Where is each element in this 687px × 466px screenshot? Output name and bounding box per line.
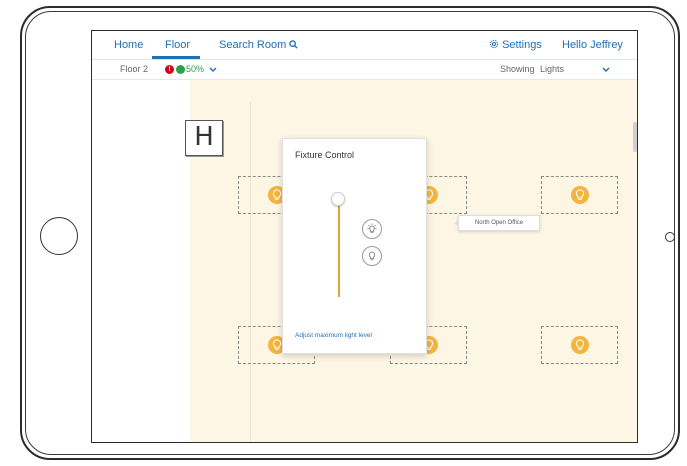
light-fixture[interactable] [541,176,618,214]
nav-home[interactable]: Home [114,39,143,52]
room-tooltip: North Open Office [454,215,540,231]
lightbulb-icon [570,186,589,204]
light-level-slider-handle[interactable] [331,192,345,206]
fixture-control-popup: Fixture Control Adjust maximum light lev… [282,138,427,354]
app-screen: Home Floor Search Room Settings Hello Je… [91,30,638,443]
lightbulb-icon [570,336,589,354]
brightness-down-button[interactable] [362,246,382,266]
floor-subbar: Floor 2 ! 50% Showing Lights [92,60,637,80]
scrollbar[interactable] [633,122,637,152]
light-fixture[interactable] [541,326,618,364]
search-icon [289,40,298,49]
user-greeting[interactable]: Hello Jeffrey [562,39,623,52]
showing-select[interactable]: Lights [540,64,564,75]
nav-settings[interactable]: Settings [489,39,542,52]
front-camera [665,232,675,242]
showing-label: Showing [500,64,535,74]
elevator-sign: H [185,120,223,156]
chevron-down-icon[interactable] [209,67,217,73]
gear-icon [489,39,499,49]
adjust-max-light-link[interactable]: Adjust maximum light level [295,332,372,340]
nav-search-room-label: Search Room [219,39,287,51]
status-percent: 50% [186,64,205,74]
brightness-up-button[interactable] [362,219,382,239]
nav-search-room[interactable]: Search Room [219,39,298,52]
floor-name: Floor 2 [120,64,149,74]
light-level-slider-track[interactable] [338,204,340,297]
floor-wall-line [250,102,251,442]
lightbulb-icon [368,251,376,261]
nav-active-indicator [152,56,200,59]
home-hardware-button [40,217,78,255]
ok-status-icon [176,65,185,74]
chevron-down-icon[interactable] [602,67,610,73]
alert-badge[interactable]: ! [165,65,174,74]
popup-title: Fixture Control [295,150,355,160]
top-nav: Home Floor Search Room Settings Hello Je… [92,31,637,60]
nav-settings-label: Settings [502,39,542,51]
nav-floor[interactable]: Floor [165,39,190,52]
lightbulb-bright-icon [367,223,377,234]
